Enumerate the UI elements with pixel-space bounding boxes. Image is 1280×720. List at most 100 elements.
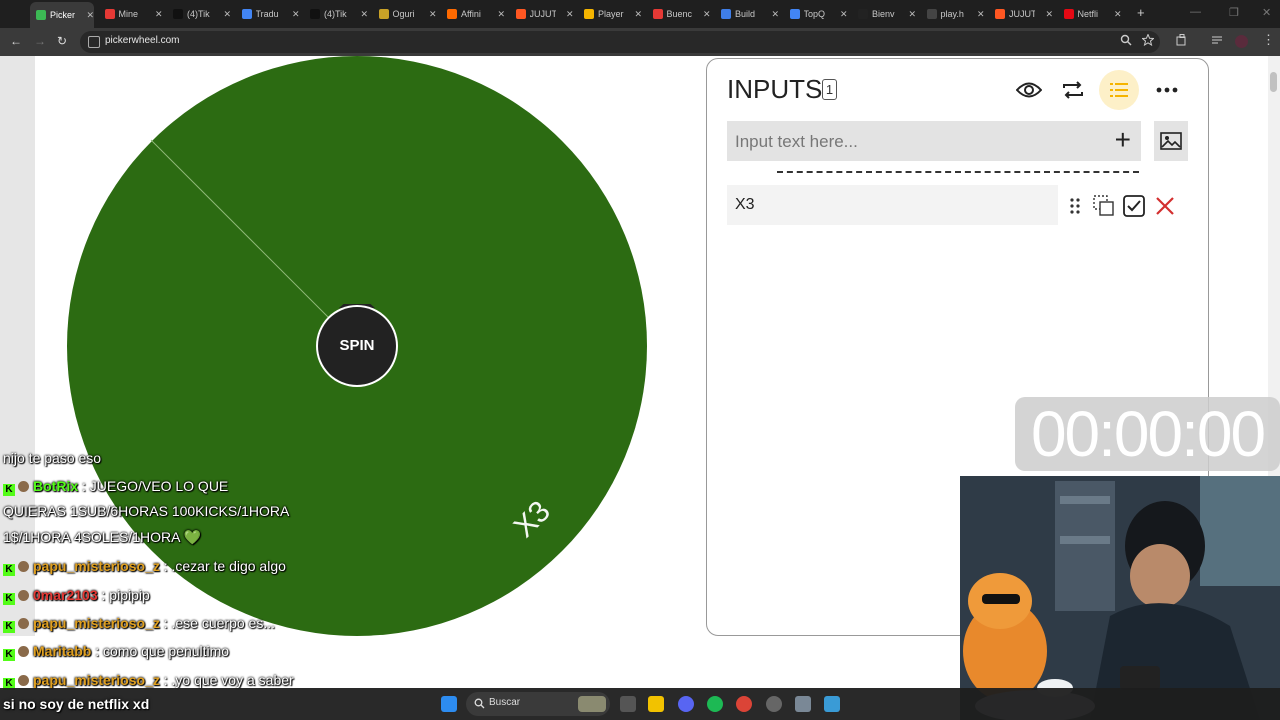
user-badge-icon: [18, 675, 29, 686]
chat-text: : .yo que voy a saber: [159, 672, 294, 688]
tab-close-icon[interactable]: ✕: [634, 9, 642, 20]
chat-message: Kpapu_misterioso_z : .ese cuerpo es...: [3, 615, 275, 633]
chat-text: 1$/1HORA 4SOLES/1HORA 💚: [3, 529, 201, 545]
address-bar[interactable]: pickerwheel.com: [80, 31, 1160, 53]
input-text-field[interactable]: [727, 121, 1107, 163]
eye-icon[interactable]: [1015, 76, 1043, 104]
zoom-icon[interactable]: [1120, 34, 1132, 46]
browser-tab[interactable]: Player ✕: [578, 4, 642, 24]
browser-tab[interactable]: Picker ✕: [30, 2, 94, 28]
chat-username: papu_misterioso_z: [33, 558, 160, 574]
browser-tab[interactable]: JUJUT ✕: [510, 4, 574, 24]
browser-tab[interactable]: TopQ ✕: [784, 4, 848, 24]
chat-message: QUIERAS 1SUB/6HORAS 100KICKS/1HORA: [3, 503, 289, 519]
tab-close-icon[interactable]: ✕: [840, 9, 848, 20]
forward-button[interactable]: →: [34, 34, 46, 48]
tab-close-icon[interactable]: ✕: [155, 9, 163, 20]
entry-row[interactable]: X3: [727, 185, 1058, 225]
tab-favicon-icon: [173, 9, 183, 19]
tab-close-icon[interactable]: ✕: [1045, 9, 1053, 20]
browser-tab[interactable]: Affini ✕: [441, 4, 505, 24]
browser-tab[interactable]: Mine ✕: [99, 4, 163, 24]
list-view-icon[interactable]: [1099, 70, 1139, 110]
input-text-row: +: [727, 121, 1141, 163]
add-image-button[interactable]: [1154, 121, 1188, 161]
spotify-icon[interactable]: [707, 696, 723, 712]
calculator-icon[interactable]: [795, 696, 811, 712]
chat-text: nijo te paso eso: [3, 450, 102, 466]
tab-close-icon[interactable]: ✕: [223, 9, 231, 20]
tab-title: (4)Tik: [324, 9, 347, 19]
close-window-icon[interactable]: ✕: [1262, 6, 1271, 19]
more-options-icon[interactable]: [1153, 76, 1181, 104]
url-text[interactable]: pickerwheel.com: [105, 35, 179, 46]
chat-message: 1$/1HORA 4SOLES/1HORA 💚: [3, 529, 201, 546]
browser-tab[interactable]: (4)Tik ✕: [304, 4, 368, 24]
toggle-check-icon[interactable]: [1123, 195, 1145, 217]
tab-favicon-icon: [1063, 9, 1074, 19]
tab-title: Build: [735, 9, 756, 19]
tab-close-icon[interactable]: ✕: [771, 9, 779, 20]
profile-avatar[interactable]: [1235, 35, 1248, 48]
browser-tab[interactable]: Build ✕: [715, 4, 779, 24]
tab-close-icon[interactable]: ✕: [292, 9, 300, 20]
browser-tab[interactable]: play.h ✕: [921, 4, 985, 24]
back-button[interactable]: ←: [10, 34, 22, 48]
windows-taskbar: Buscar: [0, 688, 1280, 720]
tab-close-icon[interactable]: ✕: [566, 9, 574, 20]
tab-title: JUJUT: [1009, 9, 1036, 19]
app-icon[interactable]: [766, 696, 782, 712]
browser-tab[interactable]: Tradu ✕: [236, 4, 300, 24]
extensions-icon[interactable]: [1176, 34, 1188, 46]
tab-close-icon[interactable]: ✕: [908, 9, 916, 20]
delete-entry-icon[interactable]: [1154, 195, 1176, 217]
chat-text: QUIERAS 1SUB/6HORAS 100KICKS/1HORA: [3, 503, 290, 519]
tab-close-icon[interactable]: ✕: [360, 9, 368, 20]
drag-handle-icon[interactable]: [1064, 195, 1086, 217]
kick-badge-icon: K: [3, 593, 15, 605]
browser-tab[interactable]: Netfli ✕: [1058, 4, 1122, 24]
bookmark-star-icon[interactable]: [1142, 34, 1154, 46]
windows-start-icon[interactable]: [441, 696, 457, 712]
kick-badge-icon: K: [3, 649, 15, 661]
site-info-icon[interactable]: [88, 36, 100, 48]
tab-title: JUJUT: [529, 9, 556, 19]
reload-button[interactable]: ↻: [57, 34, 67, 48]
notepad-icon[interactable]: [824, 696, 840, 712]
task-view-icon[interactable]: [620, 696, 636, 712]
browser-menu-icon[interactable]: ⋮: [1262, 32, 1275, 48]
maximize-icon[interactable]: ❐: [1229, 6, 1239, 19]
search-highlight-image: [578, 696, 606, 712]
tab-close-icon[interactable]: ✕: [497, 9, 505, 20]
minimize-icon[interactable]: —: [1190, 6, 1201, 18]
file-explorer-icon[interactable]: [648, 696, 664, 712]
tab-close-icon[interactable]: ✕: [703, 9, 711, 20]
tab-title: Player: [598, 9, 624, 19]
browser-tab[interactable]: Bienv ✕: [852, 4, 916, 24]
tab-favicon-icon: [447, 9, 457, 19]
chat-text: : .cezar te digo algo: [159, 558, 286, 574]
entry-label[interactable]: X3: [735, 196, 755, 214]
taskbar-search-label: Buscar: [489, 697, 521, 708]
discord-icon[interactable]: [678, 696, 694, 712]
taskbar-search[interactable]: Buscar: [466, 692, 610, 716]
tab-close-icon[interactable]: ✕: [1114, 9, 1122, 20]
new-tab-button[interactable]: +: [1137, 5, 1145, 20]
chrome-icon[interactable]: [736, 696, 752, 712]
browser-tab[interactable]: JUJUT ✕: [989, 4, 1053, 24]
shuffle-repeat-icon[interactable]: [1059, 76, 1087, 104]
media-control-icon[interactable]: [1211, 34, 1223, 46]
user-badge-icon: [18, 590, 29, 601]
divider: [777, 171, 1139, 173]
spin-label[interactable]: SPIN: [315, 337, 399, 354]
browser-tab[interactable]: Oguri ✕: [373, 4, 437, 24]
tab-close-icon[interactable]: ✕: [86, 10, 94, 21]
tab-favicon-icon: [926, 9, 937, 19]
add-entry-button[interactable]: +: [1115, 126, 1131, 154]
scrollbar-thumb[interactable]: [1270, 72, 1277, 92]
duplicate-icon[interactable]: [1093, 195, 1115, 217]
tab-close-icon[interactable]: ✕: [429, 9, 437, 20]
tab-close-icon[interactable]: ✕: [977, 9, 985, 20]
browser-tab[interactable]: (4)Tik ✕: [167, 4, 231, 24]
browser-tab[interactable]: Buenc ✕: [647, 4, 711, 24]
